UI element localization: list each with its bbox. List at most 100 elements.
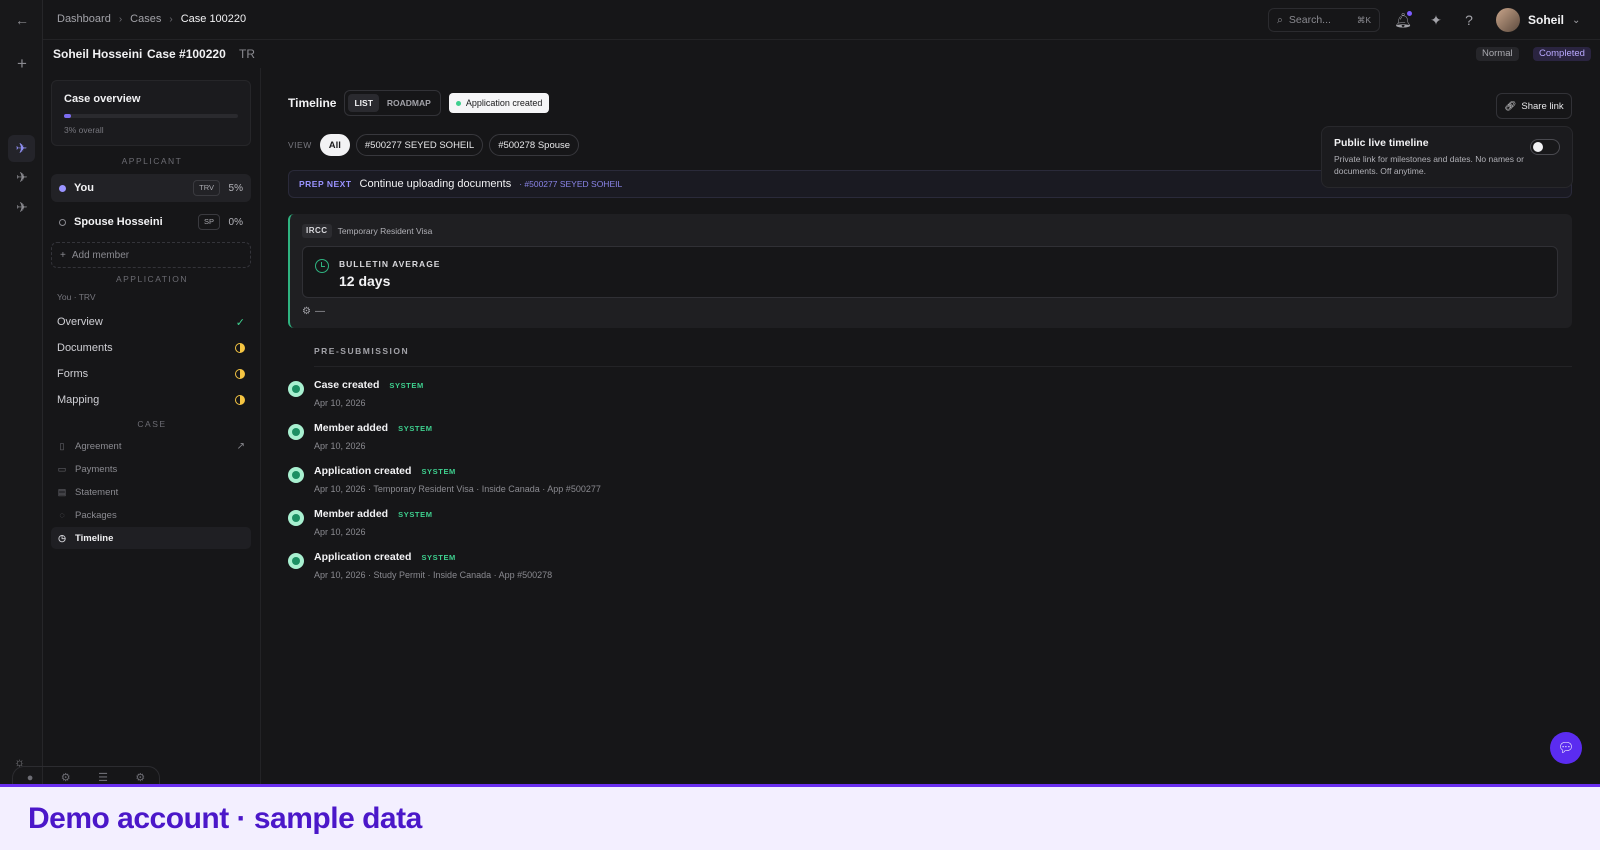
nav-label: Overview (57, 316, 103, 328)
chevron-down-icon: ⌄ (1572, 14, 1581, 26)
tool-icon-1[interactable]: ● (27, 772, 34, 784)
half-progress-icon (235, 395, 245, 405)
ircc-card: IRCC Temporary Resident Visa BULLETIN AV… (288, 214, 1572, 328)
member-pct: 0% (228, 216, 243, 228)
plane-icon-3[interactable]: ✈ (12, 197, 32, 217)
nav-label: Documents (57, 342, 113, 354)
case-item-packages[interactable]: ◌ Packages (51, 504, 251, 526)
tool-icon-2[interactable]: ⚙ (61, 771, 71, 784)
tool-icon-3[interactable]: ☰ (98, 771, 108, 784)
case-item-payments[interactable]: ▭ Payments (51, 458, 251, 480)
search-icon: ⌕ (1277, 13, 1283, 26)
live-timeline-desc: Private link for milestones and dates. N… (1334, 154, 1524, 176)
case-header: Soheil Hosseini Case #100220 TR Normal C… (43, 40, 1600, 68)
member-spouse[interactable]: Spouse Hosseini SP 0% (51, 208, 251, 236)
timeline-header: Timeline LIST ROADMAP Application create… (288, 90, 550, 116)
phase-heading: PRE-SUBMISSION (314, 346, 410, 356)
nav-overview[interactable]: Overview ✓ (51, 311, 251, 333)
bulletin-value: 12 days (339, 273, 391, 289)
chevron-right-icon: › (118, 13, 123, 25)
public-live-timeline-card: Public live timeline Private link for mi… (1321, 126, 1573, 188)
filter-all[interactable]: All (319, 134, 350, 156)
filter-applicant[interactable]: #500277 SEYED SOHEIL (355, 134, 484, 156)
member-name: Spouse Hosseini (74, 216, 163, 228)
view-mode-list[interactable]: LIST (348, 94, 379, 112)
app: ← + ✈ ✈ ✈ Dashboard › Cases › Case 10022… (0, 0, 1600, 850)
member-name: You (74, 182, 94, 194)
prep-next-text: Continue uploading documents (359, 178, 512, 190)
timeline-event: Member added SYSTEM Apr 10, 2026 (288, 508, 1088, 548)
ircc-code: IRCC (302, 224, 332, 238)
live-timeline-toggle[interactable] (1530, 139, 1560, 155)
overall-progress-text: 3% overall (64, 125, 104, 135)
view-mode-roadmap[interactable]: ROADMAP (381, 94, 437, 112)
event-title: Member added (314, 508, 389, 520)
case-item-agreement[interactable]: ▯ Agreement ↗ (51, 435, 251, 457)
client-name: Soheil Hosseini (53, 47, 143, 61)
ircc-extra: ⚙ — (302, 306, 325, 317)
add-member-button[interactable]: + Add member (51, 242, 251, 268)
notification-dot (1407, 11, 1412, 16)
event-tag: SYSTEM (421, 466, 456, 476)
section-applicant: APPLICANT (121, 156, 183, 166)
search-input[interactable]: ⌕ Search... ⌘K (1268, 8, 1380, 32)
share-link-button[interactable]: 🔗︎ Share link (1496, 93, 1572, 119)
chat-bubble-icon[interactable]: 💬︎ (1550, 732, 1582, 764)
case-item-timeline[interactable]: ◷ Timeline (51, 527, 251, 549)
breadcrumb: Dashboard › Cases › Case 100220 (57, 13, 246, 25)
timeline-event: Case created SYSTEM Apr 10, 2026 (288, 379, 1088, 419)
demo-banner: Demo account · sample data (0, 784, 1600, 850)
nav-mapping[interactable]: Mapping (51, 389, 251, 411)
chevron-right-icon: › (169, 13, 173, 25)
statement-icon: ▤ (57, 486, 67, 497)
case-item-label: Payments (75, 463, 118, 475)
visa-type: Temporary Resident Visa (337, 226, 433, 236)
event-detail: Apr 10, 2026 (314, 398, 366, 408)
nav-documents[interactable]: Documents (51, 337, 251, 359)
event-title: Application created (314, 465, 412, 477)
event-detail: Apr 10, 2026 · Temporary Resident Visa ·… (314, 484, 601, 494)
case-overview-card[interactable]: Case overview 3% overall (51, 80, 251, 146)
avatar (1496, 8, 1520, 32)
prep-next-label: PREP NEXT (299, 179, 352, 189)
demo-banner-text: Demo account · sample data (28, 802, 422, 835)
help-icon[interactable]: ? (1459, 10, 1479, 30)
member-dot (59, 218, 66, 226)
bell-icon[interactable]: 🔔︎ (1393, 10, 1413, 30)
plane-icon[interactable]: ✈ (8, 135, 35, 162)
card-icon: ▭ (57, 463, 67, 474)
status-pill: Application created (448, 93, 550, 113)
ircc-header: IRCC Temporary Resident Visa (302, 224, 432, 238)
event-detail: Apr 10, 2026 (314, 527, 366, 537)
status-pill-label: Application created (465, 98, 543, 108)
filter-spouse[interactable]: #500278 Spouse (489, 134, 580, 156)
check-icon: ✓ (235, 316, 245, 329)
member-you[interactable]: You TRV 5% (51, 174, 251, 202)
nav-forms[interactable]: Forms (51, 363, 251, 385)
status-badge: Completed (1533, 47, 1591, 61)
case-id: Case #100220 (147, 47, 226, 61)
plane-icon-2[interactable]: ✈ (12, 167, 32, 187)
icon-rail: ← + ✈ ✈ ✈ (0, 0, 43, 784)
application-subtitle: You · TRV (57, 292, 96, 302)
user-name: Soheil (1528, 13, 1565, 27)
back-arrow-icon[interactable]: ← (12, 10, 32, 30)
case-item-statement[interactable]: ▤ Statement (51, 481, 251, 503)
breadcrumb-cases[interactable]: Cases (130, 13, 161, 25)
plus-icon[interactable]: + (12, 54, 32, 74)
toggle-knob (1533, 142, 1543, 152)
case-overview-title: Case overview (64, 93, 141, 105)
user-menu[interactable]: Soheil ⌄ (1496, 8, 1580, 32)
nav-label: Mapping (57, 394, 100, 406)
link-icon: 🔗︎ (1504, 100, 1517, 112)
tool-icon-4[interactable]: ⚙ (135, 771, 145, 784)
clock-icon: ◷ (58, 532, 66, 543)
event-detail: Apr 10, 2026 (314, 441, 366, 451)
event-tag: SYSTEM (398, 423, 433, 433)
sparkle-icon[interactable]: ✦ (1426, 10, 1446, 30)
nav-label: Forms (57, 368, 89, 380)
top-bar: Dashboard › Cases › Case 100220 ⌕ Search… (43, 0, 1600, 40)
breadcrumb-dashboard[interactable]: Dashboard (57, 13, 111, 25)
event-title-row: Application created SYSTEM (314, 551, 456, 563)
member-tag: SP (197, 214, 220, 230)
